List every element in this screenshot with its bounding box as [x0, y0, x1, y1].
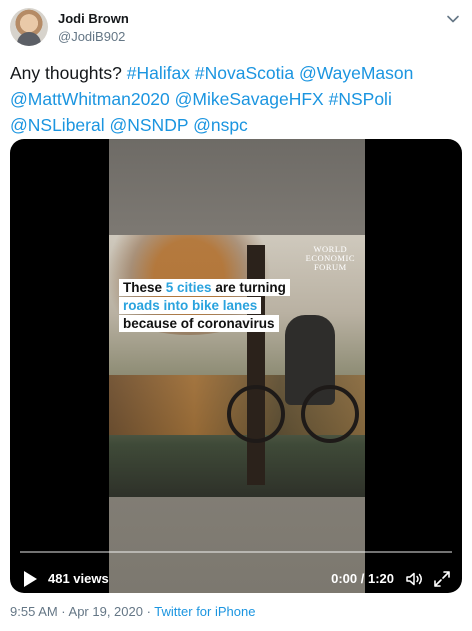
video-frame: WORLD ECONOMIC FORUM These 5 cities are …: [109, 139, 365, 593]
play-icon[interactable]: [24, 571, 37, 587]
source-link[interactable]: Twitter for iPhone: [154, 604, 255, 619]
volume-icon[interactable]: [404, 569, 424, 589]
tweet-link[interactable]: @MikeSavageHFX: [175, 89, 324, 109]
tweet-link[interactable]: @WayeMason: [299, 63, 413, 83]
video-time: 0:00 / 1:20: [331, 571, 394, 586]
wef-watermark: WORLD ECONOMIC FORUM: [305, 244, 355, 272]
video-player[interactable]: WORLD ECONOMIC FORUM These 5 cities are …: [10, 139, 462, 593]
avatar[interactable]: [10, 8, 48, 46]
progress-bar[interactable]: [20, 551, 452, 553]
tweet-text: Any thoughts? #Halifax #NovaScotia @Waye…: [10, 60, 462, 138]
timestamp[interactable]: 9:55 AM · Apr 19, 2020 ·: [10, 604, 154, 619]
tweet-header: Jodi Brown @JodiB902: [10, 8, 462, 48]
tweet-meta: 9:55 AM · Apr 19, 2020 · Twitter for iPh…: [10, 604, 255, 619]
author-name[interactable]: Jodi Brown: [58, 11, 129, 26]
tweet-text-segment: Any thoughts?: [10, 63, 127, 83]
author-handle[interactable]: @JodiB902: [58, 29, 125, 44]
tweet-link[interactable]: #Halifax: [127, 63, 190, 83]
tweet-link[interactable]: #NovaScotia: [195, 63, 294, 83]
tweet-link[interactable]: @NSNDP: [109, 115, 188, 135]
video-caption: These 5 cities are turning roads into bi…: [119, 279, 290, 333]
view-count: 481 views: [48, 571, 109, 586]
chevron-down-icon[interactable]: [446, 12, 460, 26]
tweet-link[interactable]: #NSPoli: [329, 89, 392, 109]
fullscreen-icon[interactable]: [432, 569, 452, 589]
tweet-link[interactable]: @MattWhitman2020: [10, 89, 170, 109]
tweet-link[interactable]: @nspc: [193, 115, 248, 135]
video-still: WORLD ECONOMIC FORUM These 5 cities are …: [109, 235, 365, 497]
tweet-link[interactable]: @NSLiberal: [10, 115, 105, 135]
video-controls: 481 views 0:00 / 1:20: [10, 543, 462, 593]
